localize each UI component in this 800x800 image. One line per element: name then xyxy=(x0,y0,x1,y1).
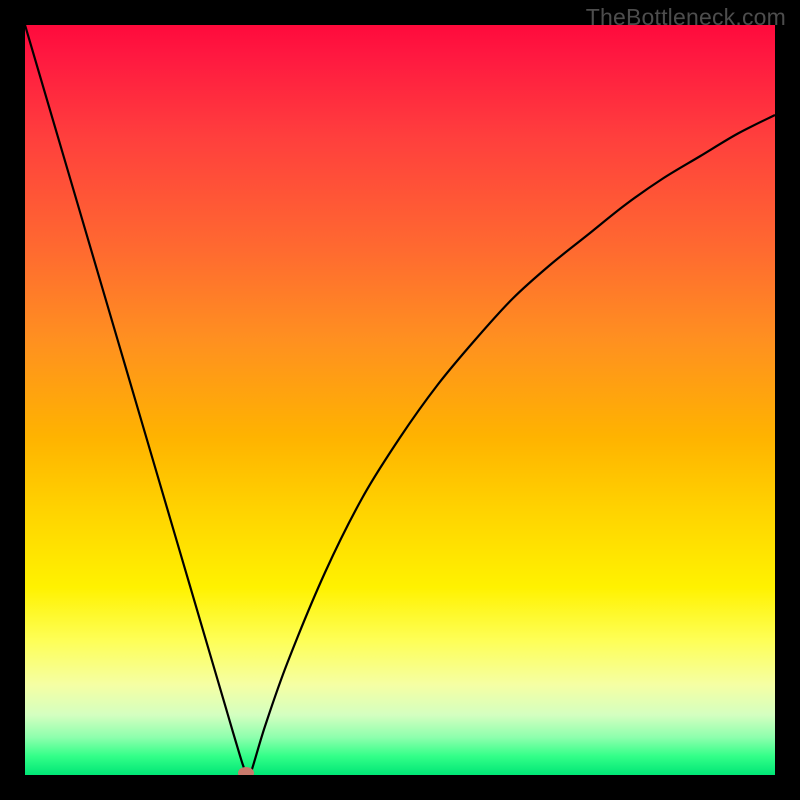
watermark-text: TheBottleneck.com xyxy=(586,4,786,31)
plot-area xyxy=(25,25,775,775)
bottleneck-curve xyxy=(25,25,775,775)
curve-path xyxy=(25,25,775,775)
chart-frame: TheBottleneck.com xyxy=(0,0,800,800)
minimum-dot xyxy=(238,767,254,775)
